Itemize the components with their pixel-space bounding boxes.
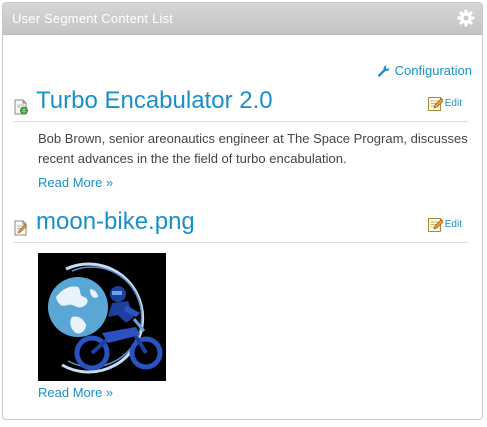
configuration-link[interactable]: Configuration [377, 63, 472, 78]
document-icon [13, 220, 29, 236]
edit-icon [427, 218, 443, 232]
read-more-link[interactable]: Read More » [38, 385, 113, 400]
read-more-link[interactable]: Read More » [38, 175, 113, 190]
entry-header-moon-bike: moon-bike.png Edit [13, 208, 468, 243]
edit-icon [427, 97, 443, 111]
edit-label: Edit [444, 219, 462, 230]
portlet-titlebar: User Segment Content List [3, 3, 482, 35]
edit-label: Edit [444, 98, 462, 109]
entry-title-link[interactable]: Turbo Encabulator 2.0 [36, 87, 273, 115]
gear-icon[interactable] [457, 9, 475, 27]
moon-bike-thumbnail[interactable] [38, 253, 166, 381]
user-segment-content-list-portlet: User Segment Content List Configuration … [2, 2, 483, 420]
configuration-label: Configuration [394, 63, 472, 78]
wrench-icon [377, 64, 390, 77]
entry-summary: Bob Brown, senior areonautics engineer a… [38, 131, 468, 166]
edit-button[interactable]: Edit [427, 96, 462, 111]
entry-title-link[interactable]: moon-bike.png [36, 208, 195, 236]
edit-button[interactable]: Edit [427, 217, 462, 232]
portlet-title: User Segment Content List [12, 11, 174, 26]
web-content-icon [13, 99, 29, 115]
entry-header-turbo-encabulator: Turbo Encabulator 2.0 Edit [13, 87, 468, 122]
